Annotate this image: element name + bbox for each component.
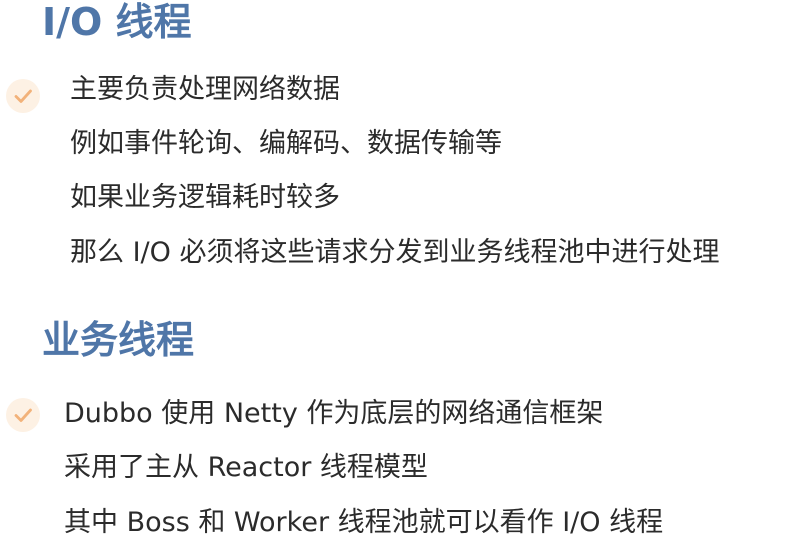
section-title-business-threads: 业务线程 bbox=[42, 318, 195, 362]
business-thread-line-1: Dubbo 使用 Netty 作为底层的网络通信框架 bbox=[64, 398, 604, 429]
check-icon bbox=[6, 398, 40, 432]
io-thread-line-3: 如果业务逻辑耗时较多 bbox=[70, 182, 340, 213]
io-thread-line-1: 主要负责处理网络数据 bbox=[70, 74, 340, 105]
business-thread-line-2: 采用了主从 Reactor 线程模型 bbox=[64, 452, 428, 483]
check-icon bbox=[6, 79, 40, 113]
io-thread-line-2: 例如事件轮询、编解码、数据传输等 bbox=[70, 128, 502, 159]
io-thread-line-4: 那么 I/O 必须将这些请求分发到业务线程池中进行处理 bbox=[70, 237, 720, 268]
business-thread-line-3: 其中 Boss 和 Worker 线程池就可以看作 I/O 线程 bbox=[64, 507, 664, 538]
section-title-io-threads: I/O 线程 bbox=[42, 0, 192, 44]
